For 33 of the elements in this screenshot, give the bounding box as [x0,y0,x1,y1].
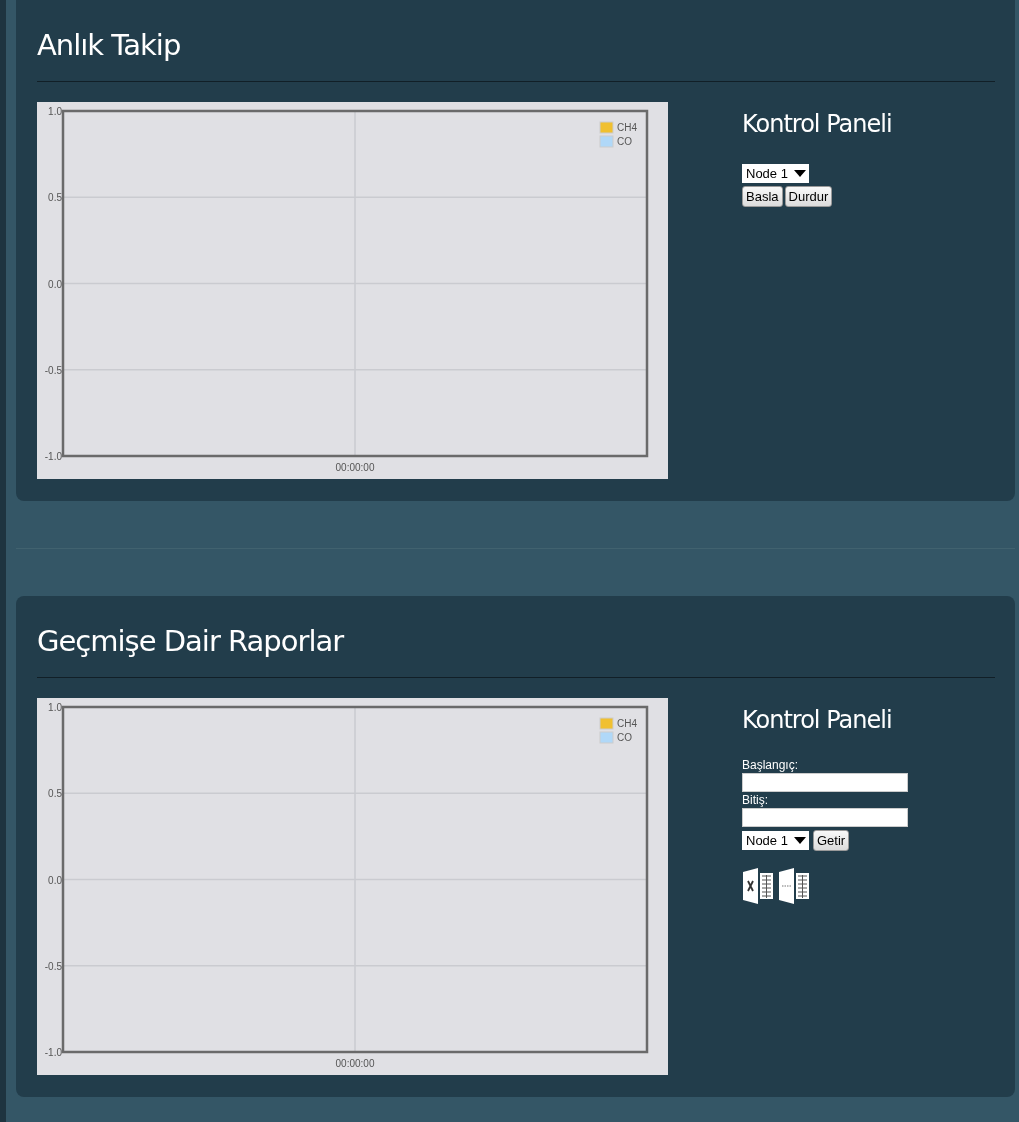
start-date-field[interactable] [742,773,908,792]
y-tick-label: -0.5 [44,364,62,376]
json-export-icon[interactable] [778,867,810,905]
y-tick-label: 1.0 [48,702,62,713]
panel-title: Kontrol Paneli [742,110,892,138]
legend-label: CH4 [617,122,637,133]
dropdown-arrow-icon [793,170,806,177]
end-date-field[interactable] [742,808,908,827]
action-button[interactable]: Getir [812,830,850,851]
node-dropdown[interactable]: Node 1 [742,831,809,850]
y-tick-label: 0.5 [48,192,62,204]
action-button[interactable]: Durdur [784,186,833,207]
panel-title: Kontrol Paneli [742,706,893,734]
x-tick-label: 00:00:00 [335,1058,375,1069]
dropdown-arrow-icon [793,837,806,844]
x-tick-label: 00:00:00 [335,462,375,473]
legend-label: CO [617,732,632,743]
action-button[interactable]: Basla [742,186,783,207]
spreadsheet-export-icon[interactable] [742,867,774,905]
y-tick-label: 1.0 [48,106,62,117]
y-tick-label: -1.0 [44,451,62,462]
field-label: Başlangıç: [742,758,800,772]
node-dropdown[interactable]: Node 1 [742,164,809,183]
y-tick-label: 0.5 [48,788,62,800]
y-tick-label: -1.0 [44,1047,62,1058]
section-title: Geçmişe Dair Raporlar [37,624,345,658]
legend-label: CO [617,136,632,147]
y-tick-label: 0.0 [48,874,62,886]
field-label: Bitiş: [742,793,769,807]
legend-label: CH4 [617,718,637,729]
section-title: Anlık Takip [37,28,182,62]
y-tick-label: -0.5 [44,960,62,972]
y-tick-label: 0.0 [48,278,62,290]
